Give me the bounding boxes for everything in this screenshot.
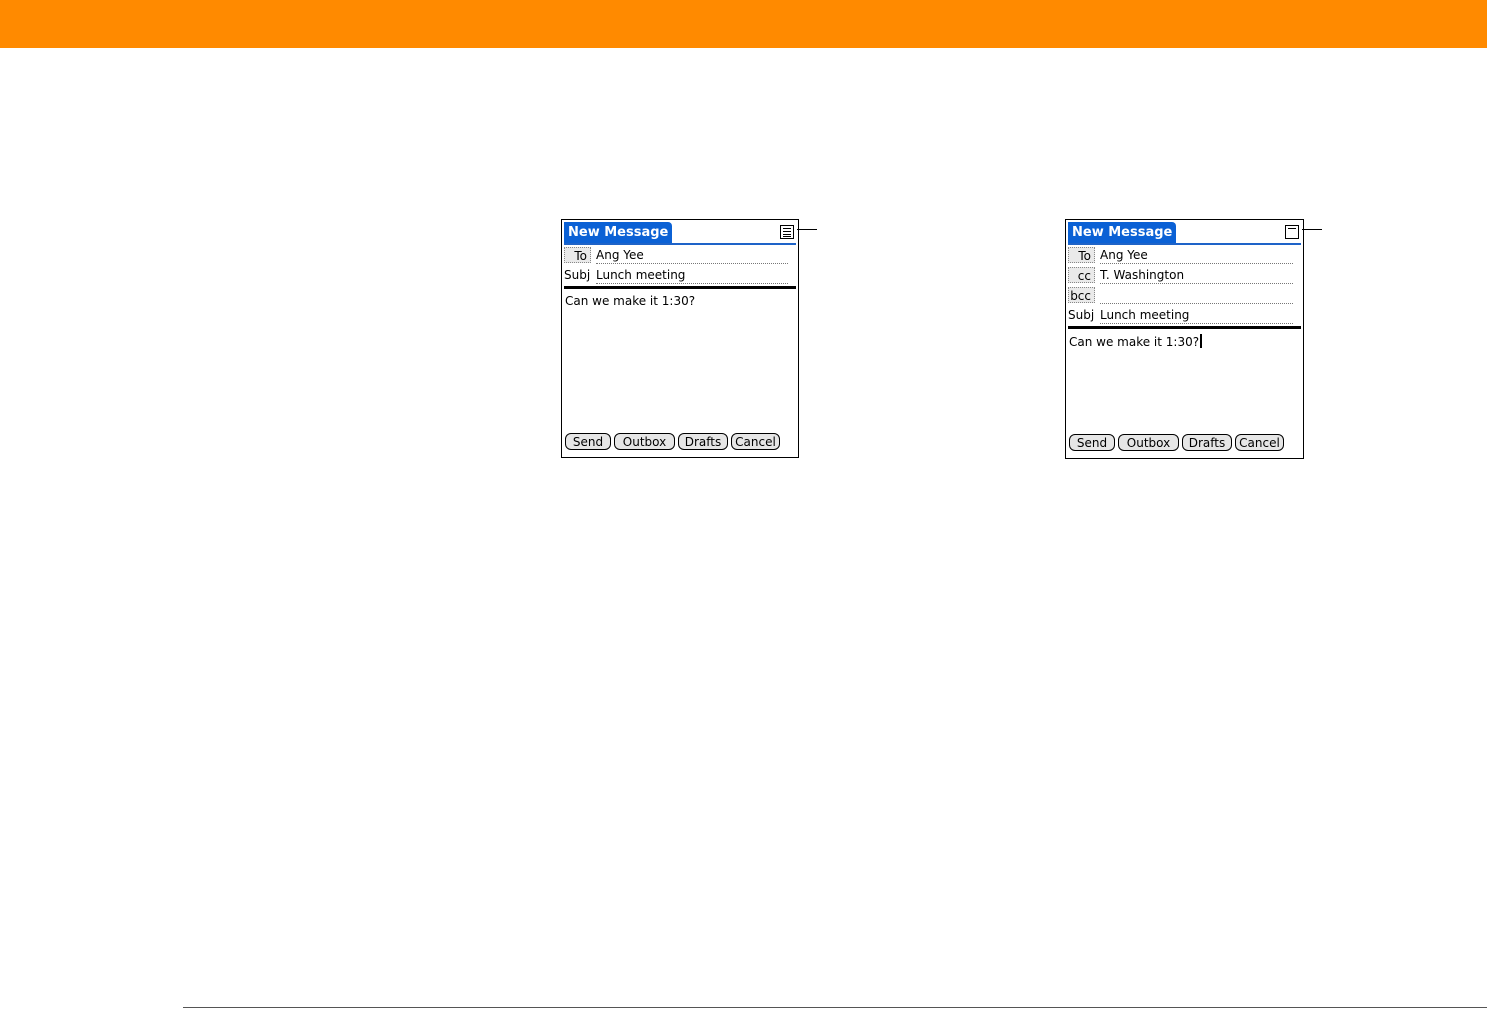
screen-title[interactable]: New Message (1068, 222, 1177, 243)
bcc-button[interactable]: bcc (1068, 287, 1095, 303)
send-button[interactable]: Send (565, 433, 611, 450)
bcc-row: bcc (1068, 286, 1293, 305)
to-field[interactable]: Ang Yee (596, 247, 788, 264)
new-message-screen-compact: New Message To Ang Yee Subj Lunch meetin… (561, 219, 799, 458)
subj-row: Subj Lunch meeting (564, 266, 788, 285)
drafts-button[interactable]: Drafts (678, 433, 728, 450)
to-button[interactable]: To (564, 247, 591, 263)
cc-row: cc T. Washington (1068, 266, 1293, 285)
page-header-bar (0, 0, 1487, 48)
cc-button[interactable]: cc (1068, 267, 1095, 283)
bcc-field[interactable] (1100, 287, 1293, 304)
callout-line (1302, 229, 1322, 230)
outbox-button[interactable]: Outbox (614, 433, 675, 450)
to-field[interactable]: Ang Yee (1100, 247, 1293, 264)
cancel-button[interactable]: Cancel (731, 433, 780, 450)
message-body[interactable]: Can we make it 1:30? (1069, 334, 1297, 424)
title-bar: New Message (1068, 222, 1301, 245)
screen-title[interactable]: New Message (564, 222, 673, 243)
cc-field[interactable]: T. Washington (1100, 267, 1293, 284)
outbox-button[interactable]: Outbox (1118, 434, 1179, 451)
details-icon[interactable] (780, 225, 794, 239)
body-divider (1068, 326, 1301, 329)
details-icon[interactable] (1285, 225, 1299, 239)
title-bar: New Message (564, 222, 796, 245)
send-button[interactable]: Send (1069, 434, 1115, 451)
subj-label: Subj (1068, 308, 1095, 322)
message-body[interactable]: Can we make it 1:30? (565, 293, 792, 423)
body-divider (564, 286, 796, 289)
to-row: To Ang Yee (1068, 246, 1293, 265)
drafts-button[interactable]: Drafts (1182, 434, 1232, 451)
subj-field[interactable]: Lunch meeting (596, 267, 788, 284)
cancel-button[interactable]: Cancel (1235, 434, 1284, 451)
button-row: Send Outbox Drafts Cancel (565, 433, 795, 452)
subj-field[interactable]: Lunch meeting (1100, 307, 1293, 324)
footer-rule (183, 1007, 1487, 1008)
button-row: Send Outbox Drafts Cancel (1069, 434, 1300, 453)
new-message-screen-expanded: New Message To Ang Yee cc T. Washington … (1065, 219, 1304, 459)
to-row: To Ang Yee (564, 246, 788, 265)
callout-line (797, 229, 817, 230)
message-body-text: Can we make it 1:30? (1069, 335, 1200, 349)
subj-row: Subj Lunch meeting (1068, 306, 1293, 325)
message-body-text: Can we make it 1:30? (565, 294, 696, 308)
subj-label: Subj (564, 268, 591, 282)
to-button[interactable]: To (1068, 247, 1095, 263)
text-cursor (1200, 334, 1203, 348)
